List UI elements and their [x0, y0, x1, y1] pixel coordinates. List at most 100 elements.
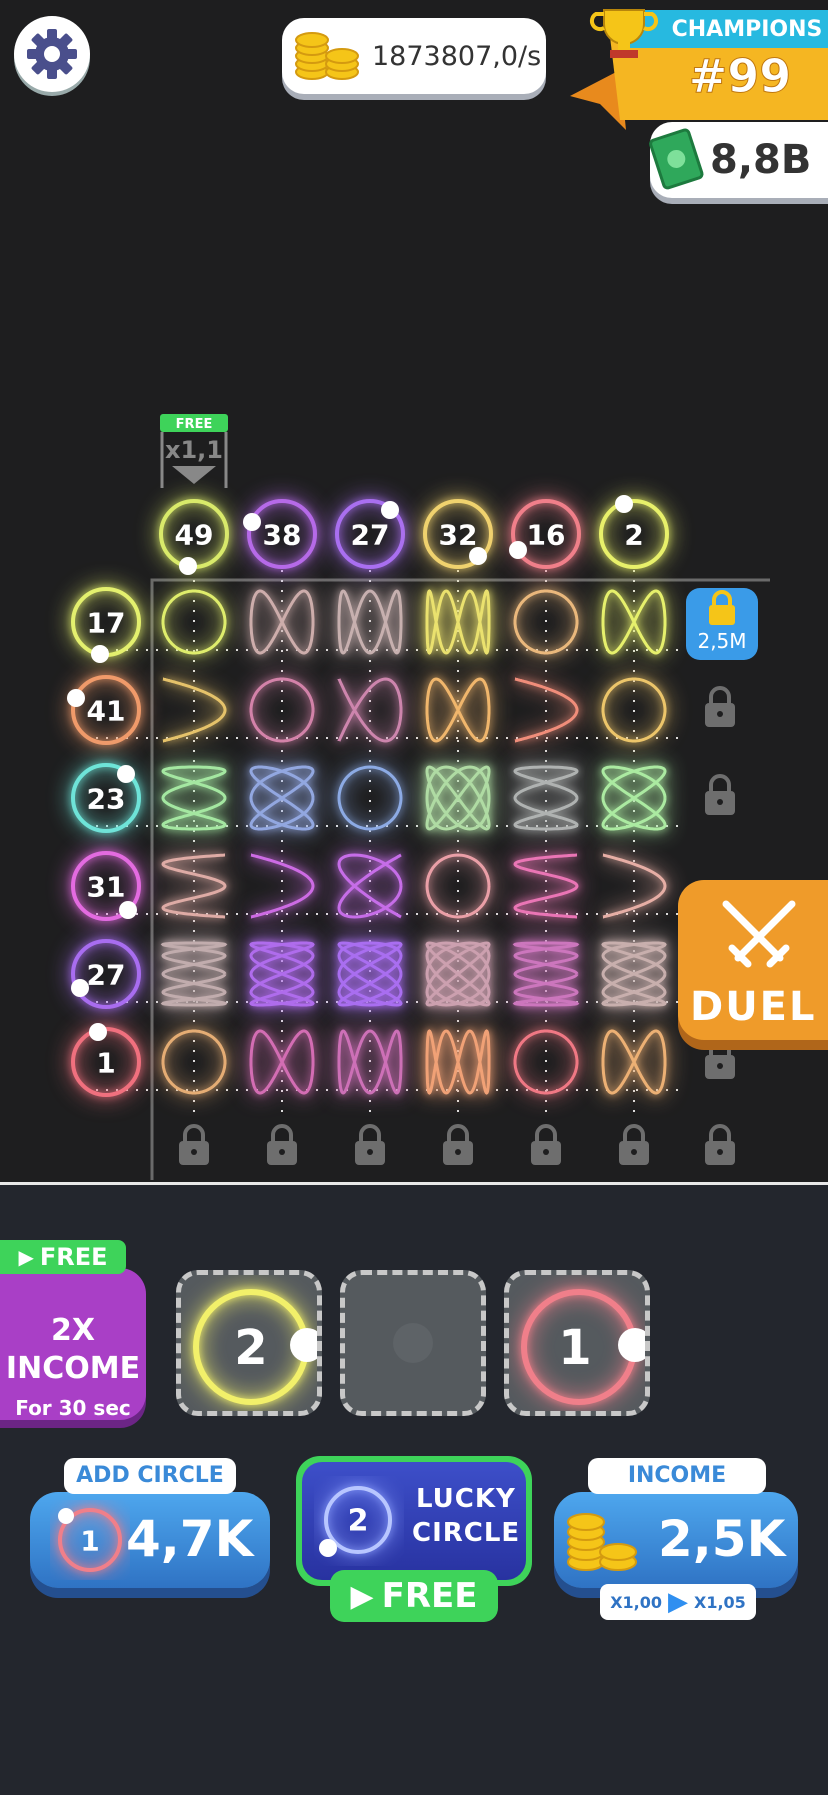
add-circle-button[interactable]: 1 4,7K [30, 1492, 270, 1588]
settings-button[interactable] [14, 16, 90, 92]
lissajous-cell [601, 941, 667, 1007]
row-circle-5[interactable]: 27 [71, 939, 141, 1009]
add-circle-tag: ADD CIRCLE [64, 1458, 236, 1494]
free-badge-label: FREE [39, 1243, 108, 1271]
lock-icon [705, 686, 735, 727]
column-circle-1[interactable]: 49 [159, 499, 229, 569]
row-circle-label: 17 [87, 607, 126, 640]
double-income-button[interactable]: 2X INCOME For 30 sec [0, 1268, 146, 1420]
handle-dot [67, 689, 85, 707]
handle-dot [509, 541, 527, 559]
income-from: X1,00 [610, 1592, 662, 1612]
add-circle-price: 4,7K [126, 1510, 254, 1568]
lucky-line1: LUCKY [416, 1484, 516, 1514]
income-upgrade-button[interactable]: 2,5K [554, 1492, 798, 1588]
play-icon: ▶ [350, 1578, 374, 1614]
cash-value: 8,8B [710, 137, 812, 183]
add-circle-number: 1 [80, 1525, 99, 1558]
unlock-row-button[interactable]: 2,5M [686, 588, 758, 660]
slot-2-empty[interactable] [340, 1270, 486, 1416]
play-icon: ▶ [18, 1245, 34, 1269]
arrow-right-icon: ▶ [668, 1587, 688, 1617]
boost-free-tag: FREE [176, 417, 213, 432]
lock-icon [705, 1038, 735, 1079]
champions-label: CHAMPIONS [672, 17, 823, 42]
lissajous-cell [602, 853, 667, 919]
handle-dot [119, 901, 137, 919]
lissajous-cell [161, 853, 227, 919]
lissajous-cell [425, 941, 491, 1007]
boost-line3: For 30 sec [15, 1396, 131, 1420]
lissajous-cell [337, 941, 403, 1007]
lissajous-cell [337, 765, 403, 831]
slot-3[interactable]: 1 [504, 1270, 650, 1416]
slot-1[interactable]: 2 [176, 1270, 322, 1416]
handle-dot [179, 557, 197, 575]
column-circle-label: 38 [263, 519, 302, 552]
cash-icon [649, 128, 704, 190]
lock-icon [619, 1124, 649, 1165]
lock-icon [355, 1124, 385, 1165]
lucky-free-label: FREE [381, 1576, 478, 1616]
slot-3-label: 1 [558, 1320, 591, 1376]
lissajous-cell [425, 853, 491, 919]
lissajous-cell [161, 765, 227, 831]
lissajous-cell [513, 765, 579, 831]
gear-icon [27, 29, 77, 79]
boost-line2: INCOME [5, 1351, 141, 1386]
free-video-badge: ▶ FREE [0, 1240, 126, 1274]
column-circle-6[interactable]: 2 [599, 499, 669, 569]
rank-value: #99 [689, 49, 792, 103]
coin-rate-text: 1873807,0/s [372, 40, 542, 72]
lock-icon [443, 1124, 473, 1165]
lissajous-cell [249, 765, 315, 831]
boost-line1: 2X [50, 1313, 95, 1348]
lucky-line2: CIRCLE [412, 1518, 521, 1548]
column-circle-label: 32 [439, 519, 478, 552]
income-to: X1,05 [694, 1592, 746, 1612]
handle-dot [71, 979, 89, 997]
row-circle-2[interactable]: 41 [71, 675, 141, 745]
row-circle-label: 27 [87, 959, 126, 992]
column-circle-2[interactable]: 38 [247, 499, 317, 569]
income-tag: INCOME [588, 1458, 766, 1494]
duel-button[interactable]: DUEL [678, 880, 828, 1040]
lissajous-cell [250, 853, 315, 919]
column-circle-label: 27 [351, 519, 390, 552]
coin-rate-display: 1873807,0/s [282, 18, 546, 94]
handle-dot [117, 765, 135, 783]
lucky-circle-button[interactable]: 2 LUCKY CIRCLE [296, 1456, 532, 1586]
lucky-free-button[interactable]: ▶ FREE [330, 1570, 498, 1622]
lock-icon [531, 1124, 561, 1165]
row-circle-1[interactable]: 17 [71, 587, 141, 657]
lock-icon [705, 774, 735, 815]
row-circle-label: 23 [87, 783, 126, 816]
duel-label: DUEL [690, 984, 817, 1030]
column-circle-label: 49 [175, 519, 214, 552]
handle-dot [615, 495, 633, 513]
income-multiplier: X1,00 ▶ X1,05 [600, 1584, 756, 1620]
lissajous-cell [601, 765, 667, 831]
row-circle-label: 41 [87, 695, 126, 728]
game-board[interactable]: 49 38 27 32 16 2 17 41 23 31 27 1 FREE x1,1 2,5M [0, 400, 828, 1180]
handle-dot [243, 513, 261, 531]
lissajous-cell [513, 853, 579, 919]
column-circle-label: 2 [624, 519, 643, 552]
slot-1-label: 2 [234, 1320, 267, 1376]
multiplier-marker[interactable]: FREE x1,1 [160, 414, 228, 488]
row-circle-label: 31 [87, 871, 126, 904]
column-circle-label: 16 [527, 519, 566, 552]
row-circle-label: 1 [96, 1047, 115, 1080]
lissajous-cell [425, 765, 491, 831]
coins-icon [567, 1513, 637, 1571]
handle-dot [381, 501, 399, 519]
lock-icon [179, 1124, 209, 1165]
lissajous-cell [160, 941, 228, 1007]
income-value: 2,5K [658, 1510, 786, 1568]
row-circle-6[interactable]: 1 [71, 1027, 141, 1097]
lissajous-cell [249, 941, 315, 1007]
handle-dot [469, 547, 487, 565]
lock-icon [705, 1124, 735, 1165]
handle-dot [89, 1023, 107, 1041]
handle-dot [91, 645, 109, 663]
